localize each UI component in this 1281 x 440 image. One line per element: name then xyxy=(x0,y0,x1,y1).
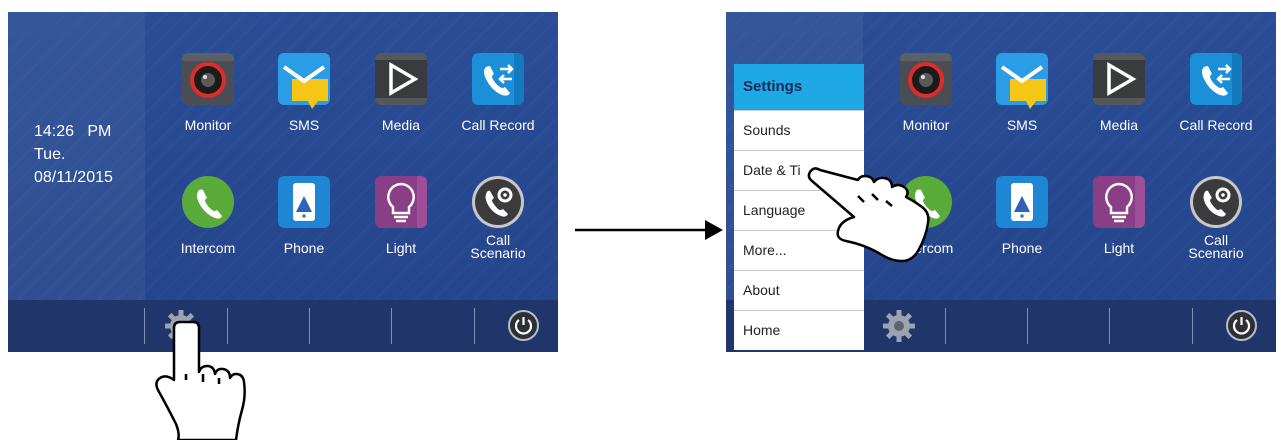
light-bulb-icon xyxy=(375,176,427,228)
app-label: Call Scenario xyxy=(470,232,526,261)
clock-time: 14:26 PM xyxy=(34,123,112,140)
menu-item-sounds[interactable]: Sounds xyxy=(734,110,864,150)
power-button[interactable] xyxy=(1226,310,1257,341)
date: 08/11/2015 xyxy=(34,169,113,186)
light-bulb-icon xyxy=(1093,176,1145,228)
call-transfer-icon xyxy=(1190,53,1242,105)
power-icon xyxy=(514,317,533,335)
app-label: Intercom xyxy=(180,240,236,256)
power-button[interactable] xyxy=(508,310,539,341)
camera-icon xyxy=(900,53,952,105)
app-label: Phone xyxy=(283,240,325,256)
app-label: Call Record xyxy=(461,117,535,133)
gear-icon[interactable] xyxy=(883,310,915,342)
app-label: Light xyxy=(385,240,417,256)
app-label: Phone xyxy=(1001,240,1043,256)
app-label: Monitor xyxy=(902,117,950,133)
call-settings-icon xyxy=(1190,176,1242,228)
divider xyxy=(945,308,946,344)
divider xyxy=(309,308,310,344)
date-time-display: 14:26 PM Tue. 08/11/2015 xyxy=(34,120,113,189)
divider xyxy=(474,308,475,344)
play-icon xyxy=(1093,53,1145,105)
home-screen-before: 14:26 PM Tue. 08/11/2015 Monitor SMS Med… xyxy=(8,12,558,352)
divider xyxy=(1192,308,1193,344)
divider xyxy=(1109,308,1110,344)
phone-handset-icon xyxy=(182,176,234,228)
envelope-icon xyxy=(994,51,1050,111)
call-settings-icon xyxy=(472,176,524,228)
camera-icon xyxy=(182,53,234,105)
weekday: Tue. xyxy=(34,146,66,163)
pointing-hand-icon xyxy=(155,320,246,440)
arrow-right-icon xyxy=(575,220,723,240)
bottom-bar xyxy=(8,300,558,352)
app-label: Monitor xyxy=(184,117,232,133)
menu-item-home[interactable]: Home xyxy=(734,310,864,350)
app-label: Light xyxy=(1103,240,1135,256)
menu-item-about[interactable]: About xyxy=(734,270,864,310)
app-label: Call Scenario xyxy=(1188,232,1244,261)
envelope-icon xyxy=(276,51,332,111)
call-transfer-icon xyxy=(472,53,524,105)
divider xyxy=(144,308,145,344)
app-label: Call Record xyxy=(1179,117,1253,133)
mobile-phone-icon xyxy=(278,176,330,228)
app-label: SMS xyxy=(1006,117,1038,133)
play-icon xyxy=(375,53,427,105)
app-label: Media xyxy=(1099,117,1139,133)
app-label: Media xyxy=(381,117,421,133)
power-icon xyxy=(1232,317,1251,335)
app-label: SMS xyxy=(288,117,320,133)
divider xyxy=(391,308,392,344)
settings-menu-title: Settings xyxy=(734,64,864,110)
pointing-hand-icon xyxy=(807,167,930,263)
divider xyxy=(1027,308,1028,344)
mobile-phone-icon xyxy=(996,176,1048,228)
